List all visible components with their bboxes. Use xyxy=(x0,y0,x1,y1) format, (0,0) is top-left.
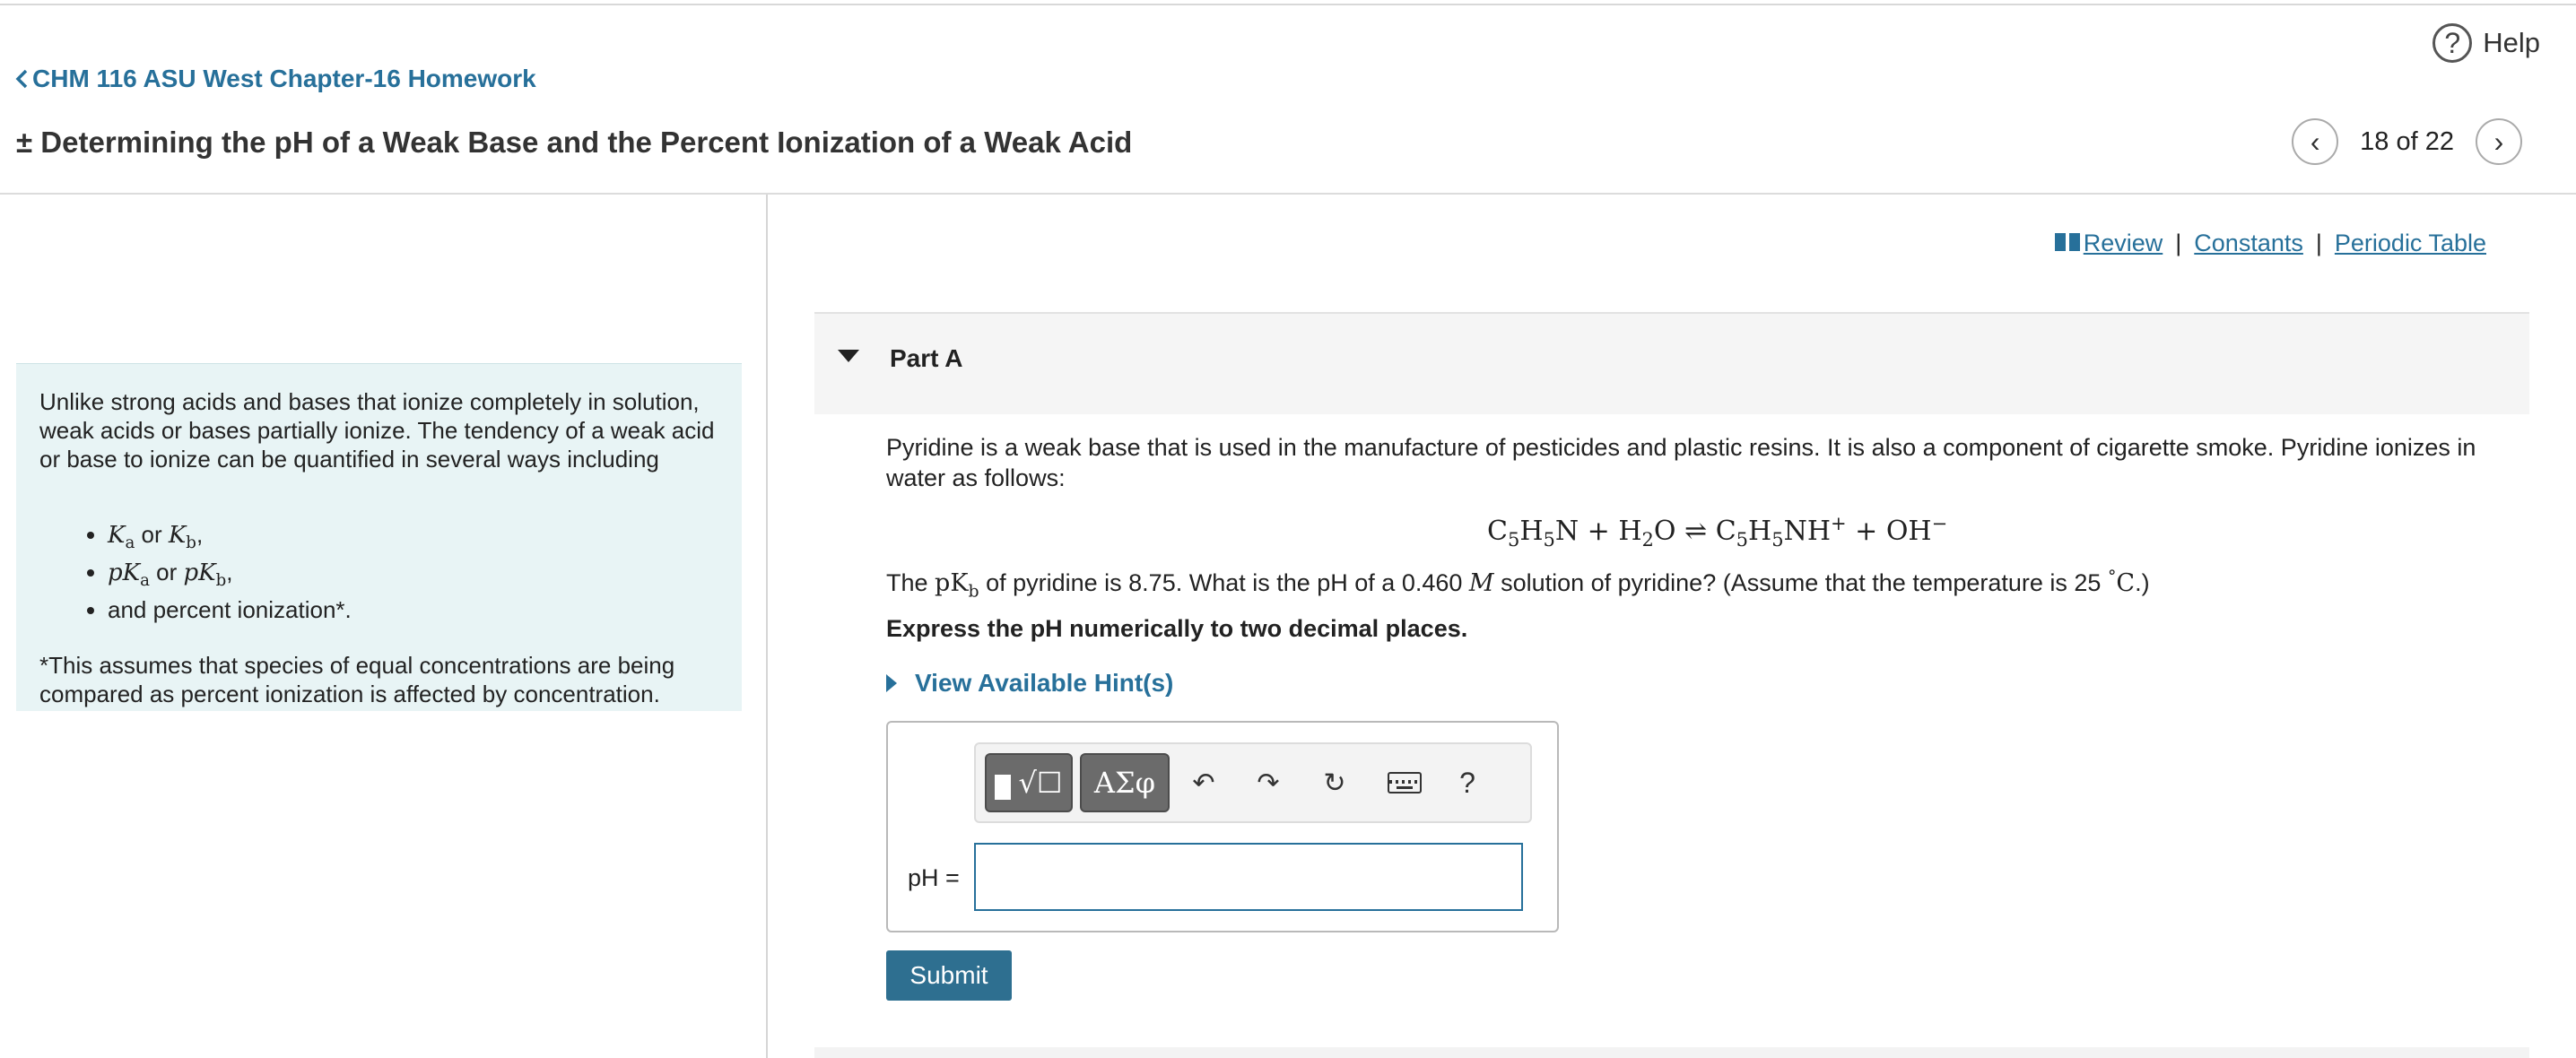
next-item-button[interactable]: › xyxy=(2476,118,2522,165)
chemical-equation: C5H5N + H2O ⇌ C5H5NH+ + OH− xyxy=(1487,513,1947,551)
eq-sub: 5 xyxy=(1736,529,1749,551)
hint-label: View Available Hint(s) xyxy=(915,669,1174,697)
eq-sub: 5 xyxy=(1507,529,1520,551)
chevron-right-icon: › xyxy=(2493,125,2504,158)
radical-icon: √☐ xyxy=(1018,766,1063,800)
eq-sub: 2 xyxy=(1641,529,1654,551)
eq-part: O ⇌ C xyxy=(1653,516,1736,547)
back-link[interactable]: CHM 116 ASU West Chapter-16 Homework xyxy=(14,65,536,93)
text: solution of pyridine? (Assume that the t… xyxy=(1493,569,2108,596)
undo-icon: ↶ xyxy=(1192,767,1215,798)
ka-symbol: K xyxy=(108,522,126,549)
list-item: Ka or Kb, xyxy=(108,520,718,558)
pkb-question: The pKb of pyridine is 8.75. What is the… xyxy=(886,567,2150,601)
text: The xyxy=(886,569,936,596)
pager: ‹ 18 of 22 › xyxy=(2292,118,2522,165)
review-label: Review xyxy=(2083,230,2163,256)
list-item: and percent ionization*. xyxy=(108,595,718,624)
reset-icon: ↻ xyxy=(1323,767,1346,798)
pkb-subscript: b xyxy=(968,581,979,602)
top-border xyxy=(0,0,2576,5)
eq-part: N + H xyxy=(1554,516,1642,547)
back-link-label: CHM 116 ASU West Chapter-16 Homework xyxy=(32,65,536,92)
pka-symbol: pK xyxy=(108,559,141,587)
submit-button[interactable]: Submit xyxy=(886,950,1012,1001)
link-separator: | xyxy=(2315,230,2322,256)
instruction: Express the pH numerically to two decima… xyxy=(886,615,1468,642)
comma: , xyxy=(196,521,204,548)
question-text: Pyridine is a weak base that is used in … xyxy=(886,434,2476,491)
eq-part: + OH xyxy=(1846,516,1932,547)
ph-input[interactable] xyxy=(974,843,1523,911)
title-text: Determining the pH of a Weak Base and th… xyxy=(40,126,1133,159)
help-icon: ? xyxy=(2432,23,2473,63)
chevron-left-icon: ‹ xyxy=(2310,125,2320,158)
answer-box: √☐ ΑΣφ ↶ ↷ ↻ ? pH = xyxy=(886,721,1559,932)
pkb-subscript: b xyxy=(215,571,227,591)
eq-sub: 5 xyxy=(1771,529,1784,551)
redo-button[interactable]: ↷ xyxy=(1243,753,1293,812)
templates-button[interactable]: √☐ xyxy=(985,753,1073,812)
celsius: C xyxy=(2116,569,2136,597)
math-toolbar: √☐ ΑΣφ ↶ ↷ ↻ ? xyxy=(974,742,1532,823)
part-label: Part A xyxy=(890,344,963,372)
intro-panel: Unlike strong acids and bases that ioniz… xyxy=(16,363,742,711)
resource-links: Review | Constants | Periodic Table xyxy=(2054,230,2486,257)
text: .) xyxy=(2135,569,2150,596)
page-title: ± Determining the pH of a Weak Base and … xyxy=(16,126,1132,160)
review-link[interactable]: Review xyxy=(2054,230,2163,257)
part-a-header[interactable]: Part A xyxy=(814,312,2529,414)
expand-triangle-icon xyxy=(886,674,897,692)
book-icon xyxy=(2054,233,2080,251)
eq-sub: 5 xyxy=(1543,529,1555,551)
chevron-left-icon xyxy=(15,69,28,89)
link-separator: | xyxy=(2175,230,2182,256)
pka-subscript: a xyxy=(140,571,150,591)
symbols-button[interactable]: ΑΣφ xyxy=(1080,753,1170,812)
eq-sup: + xyxy=(1831,513,1847,534)
eq-part: NH xyxy=(1783,516,1831,547)
question-icon: ? xyxy=(1459,766,1475,799)
help-button[interactable]: ? xyxy=(1442,753,1493,812)
eq-part: H xyxy=(1519,516,1544,547)
keyboard-shortcuts-button[interactable] xyxy=(1379,753,1430,812)
degree: ° xyxy=(2107,567,2117,586)
redo-icon: ↷ xyxy=(1257,767,1280,798)
pkb-symbol: pK xyxy=(183,559,216,587)
kb-subscript: b xyxy=(186,533,196,553)
next-part-bar xyxy=(814,1047,2529,1058)
ph-label: pH = xyxy=(908,864,960,891)
intro-paragraph: Unlike strong acids and bases that ioniz… xyxy=(39,388,715,473)
intro-footnote: *This assumes that species of equal conc… xyxy=(39,652,675,708)
kb-symbol: K xyxy=(168,522,187,549)
text: of pyridine is 8.75. What is the pH of a… xyxy=(979,569,1469,596)
eq-part: H xyxy=(1748,516,1772,547)
template-square-icon xyxy=(995,775,1012,800)
help-label: Help xyxy=(2483,27,2540,58)
molar-unit: M xyxy=(1468,569,1494,597)
periodic-table-link[interactable]: Periodic Table xyxy=(2335,230,2486,257)
ka-subscript: a xyxy=(125,533,135,553)
prev-item-button[interactable]: ‹ xyxy=(2292,118,2339,165)
intro-list: Ka or Kb, pKa or pKb, and percent ioniza… xyxy=(39,520,718,624)
pkb-symbol: pK xyxy=(935,569,969,597)
header-divider xyxy=(0,193,2576,195)
column-divider xyxy=(766,195,768,1058)
constants-link[interactable]: Constants xyxy=(2194,230,2303,257)
keyboard-icon xyxy=(1388,772,1422,794)
or-text: or xyxy=(149,559,184,586)
or-text: or xyxy=(135,521,169,548)
pager-label: 18 of 22 xyxy=(2360,126,2454,156)
eq-part: C xyxy=(1487,516,1508,547)
collapse-triangle-icon[interactable] xyxy=(838,350,859,362)
eq-sup: − xyxy=(1931,513,1948,534)
title-prefix: ± xyxy=(16,126,33,159)
comma: , xyxy=(226,559,233,586)
undo-button[interactable]: ↶ xyxy=(1179,753,1229,812)
view-hints-link[interactable]: View Available Hint(s) xyxy=(886,669,1173,698)
help-link[interactable]: ? Help xyxy=(2432,23,2540,63)
list-item: pKa or pKb, xyxy=(108,558,718,595)
reset-button[interactable]: ↻ xyxy=(1310,753,1360,812)
